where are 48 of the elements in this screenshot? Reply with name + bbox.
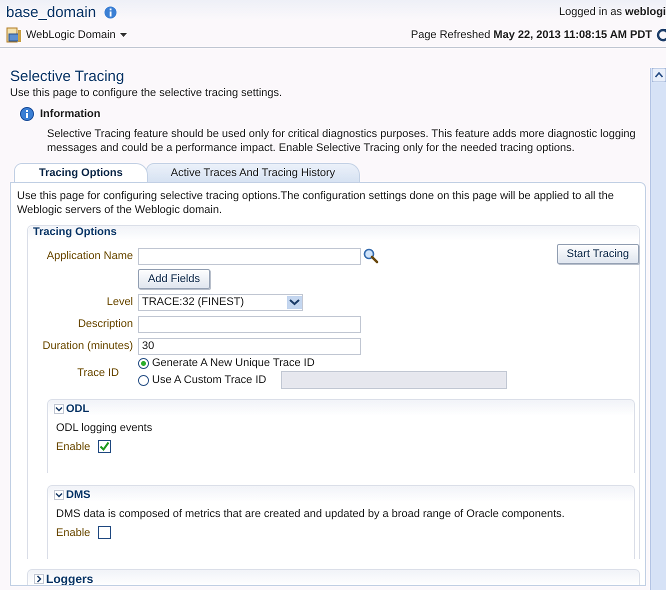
enable-label: Enable bbox=[56, 440, 90, 452]
domain-menu[interactable]: WebLogic Domain bbox=[26, 29, 127, 41]
application-name-field[interactable] bbox=[138, 248, 361, 264]
expand-icon[interactable] bbox=[34, 574, 44, 584]
add-fields-button[interactable]: Add Fields bbox=[138, 269, 210, 289]
enable-checkbox[interactable] bbox=[98, 526, 112, 539]
start-tracing-button[interactable]: Start Tracing bbox=[556, 244, 639, 264]
level-dropdown[interactable]: TRACE:32 (FINEST) bbox=[138, 294, 303, 310]
scrollbar[interactable] bbox=[650, 68, 666, 590]
tab[interactable]: Tracing Options bbox=[14, 163, 148, 182]
radio-button[interactable] bbox=[138, 374, 149, 386]
refresh-icon[interactable] bbox=[656, 27, 666, 43]
field-label: Level bbox=[106, 296, 134, 308]
subsection-description: DMS data is composed of metrics that are created and updated by a broad range of Oracle components. bbox=[56, 508, 566, 520]
information-text: Selective Tracing feature should be used only for critical diagnostics purposes. This feature adds more diagnostic logging messages and could be a performance impact. Enable Selective Tracing only for the needed tracing options. bbox=[47, 127, 637, 155]
info-icon[interactable] bbox=[104, 6, 118, 18]
domain-icon bbox=[6, 27, 22, 43]
tab-description: Use this page for configuring selective tracing options.The configuration settings done on this page will be applied to all the Weblogic servers of the Weblogic domain. bbox=[17, 189, 615, 217]
page-description: Use this page to configure the selective tracing settings. bbox=[10, 87, 284, 99]
logged-in-label: Logged in as bbox=[558, 6, 622, 18]
radio-label: Generate A New Unique Trace ID bbox=[152, 357, 315, 369]
refresh-time: May 22, 2013 11:08:15 AM PDT bbox=[493, 29, 652, 41]
field-label: Duration (minutes) bbox=[42, 340, 134, 352]
field-label: Application Name bbox=[46, 250, 134, 262]
information-title: Information bbox=[40, 108, 100, 120]
user-name[interactable]: weblogi bbox=[625, 6, 666, 18]
refresh-label: Page Refreshed bbox=[410, 29, 490, 41]
field-label: Trace ID bbox=[76, 367, 120, 379]
text-field[interactable]: 30 bbox=[138, 338, 361, 354]
enable-checkbox[interactable] bbox=[98, 440, 112, 453]
scroll-up-icon[interactable] bbox=[652, 68, 666, 82]
loggers-title: Loggers bbox=[46, 572, 94, 585]
subsection-description: ODL logging events bbox=[56, 422, 154, 434]
subsection-title: DMS bbox=[66, 488, 90, 500]
radio-button[interactable] bbox=[138, 358, 149, 368]
page-title: Selective Tracing bbox=[10, 68, 126, 85]
domain-title: base_domain bbox=[6, 4, 96, 20]
search-icon[interactable] bbox=[363, 248, 379, 264]
collapse-icon[interactable] bbox=[54, 490, 64, 500]
field-label: Description bbox=[76, 318, 134, 330]
enable-label: Enable bbox=[56, 526, 90, 538]
info-icon bbox=[20, 107, 34, 121]
caret-icon bbox=[120, 33, 127, 37]
collapse-icon[interactable] bbox=[54, 404, 64, 414]
tab[interactable]: Active Traces And Tracing History bbox=[146, 163, 360, 182]
radio-label: Use A Custom Trace ID bbox=[152, 374, 266, 386]
subsection-title: ODL bbox=[66, 402, 90, 414]
text-field[interactable] bbox=[138, 316, 361, 332]
